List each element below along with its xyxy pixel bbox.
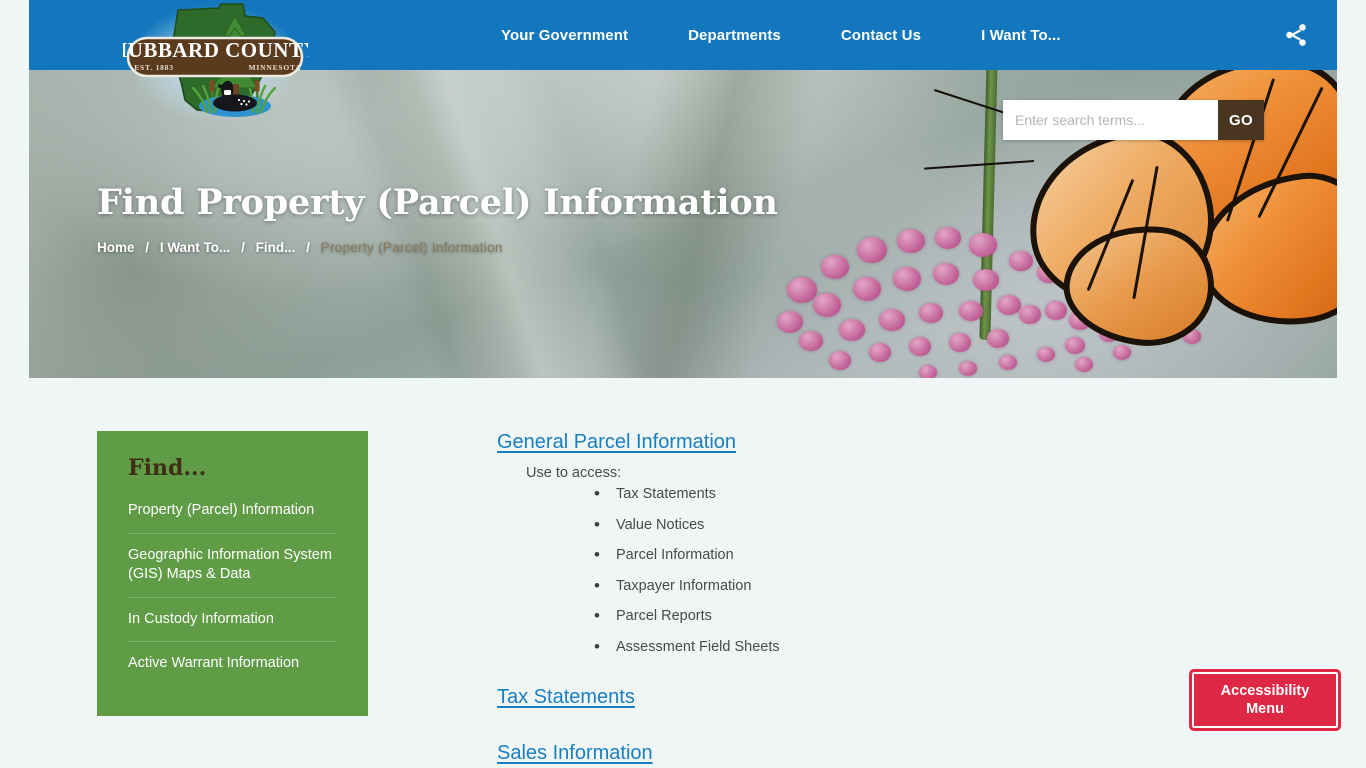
link-general-parcel-information[interactable]: General Parcel Information (497, 430, 736, 455)
sidebar-item-gis-maps-and-data[interactable]: Geographic Information System (GIS) Maps… (128, 532, 337, 597)
sidebar-item-active-warrant-information[interactable]: Active Warrant Information (128, 641, 337, 686)
monarch-butterfly-decoration (924, 36, 1337, 353)
breadcrumb: Home / I Want To... / Find... / Property… (97, 240, 778, 255)
site-logo[interactable]: HUBBARD COUNTY EST. 1883 MINNESOTA (111, 2, 319, 130)
site-search: GO (1003, 100, 1264, 140)
main-content-area: Find... Property (Parcel) Information Ge… (0, 378, 1366, 768)
nav-item-contact-us[interactable]: Contact Us (811, 27, 951, 44)
link-sales-information[interactable]: Sales Information (497, 741, 653, 766)
breadcrumb-item-i-want-to[interactable]: I Want To... (160, 240, 231, 255)
nav-item-i-want-to[interactable]: I Want To... (951, 27, 1091, 44)
accessibility-menu-label: Accessibility Menu (1220, 682, 1310, 717)
breadcrumb-item-find[interactable]: Find... (256, 240, 296, 255)
nav-item-your-government[interactable]: Your Government (471, 27, 658, 44)
page-title: Find Property (Parcel) Information (97, 182, 778, 223)
nav-item-departments[interactable]: Departments (658, 27, 811, 44)
breadcrumb-current-page: Property (Parcel) Information (320, 239, 503, 255)
link-row: Sales Information (497, 741, 1057, 766)
sidebar-heading: Find... (128, 455, 207, 481)
page-root: Your Government Departments Contact Us I… (0, 0, 1366, 768)
search-input[interactable] (1003, 100, 1218, 140)
sidebar-item-property-parcel-information[interactable]: Property (Parcel) Information (128, 501, 337, 533)
share-icon[interactable] (1283, 22, 1309, 48)
logo-est-text: EST. 1883 (134, 63, 174, 72)
primary-nav: Your Government Departments Contact Us I… (471, 0, 1091, 70)
find-sidebar: Find... Property (Parcel) Information Ge… (97, 431, 368, 716)
accessibility-menu-button[interactable]: Accessibility Menu (1189, 669, 1341, 731)
breadcrumb-item-home[interactable]: Home (97, 240, 135, 255)
breadcrumb-separator: / (306, 239, 310, 255)
list-item: Tax Statements (592, 485, 1057, 501)
list-item: Value Notices (592, 516, 1057, 532)
access-feature-list: Tax Statements Value Notices Parcel Info… (592, 485, 1057, 654)
breadcrumb-separator: / (241, 239, 245, 255)
logo-title-text: HUBBARD COUNTY (123, 38, 308, 62)
sidebar-item-in-custody-information[interactable]: In Custody Information (128, 596, 337, 642)
hero-text-block: Find Property (Parcel) Information Home … (97, 182, 778, 255)
link-row: Tax Statements (497, 685, 1057, 710)
list-item: Parcel Information (592, 546, 1057, 562)
search-go-button[interactable]: GO (1218, 100, 1264, 140)
link-tax-statements[interactable]: Tax Statements (497, 685, 635, 710)
list-item: Taxpayer Information (592, 577, 1057, 593)
logo-state-text: MINNESOTA (249, 63, 302, 72)
breadcrumb-separator: / (145, 239, 150, 255)
list-item: Parcel Reports (592, 607, 1057, 623)
list-item: Assessment Field Sheets (592, 638, 1057, 654)
content-links-column: General Parcel Information Use to access… (497, 430, 1057, 768)
use-to-access-label: Use to access: (526, 465, 622, 481)
